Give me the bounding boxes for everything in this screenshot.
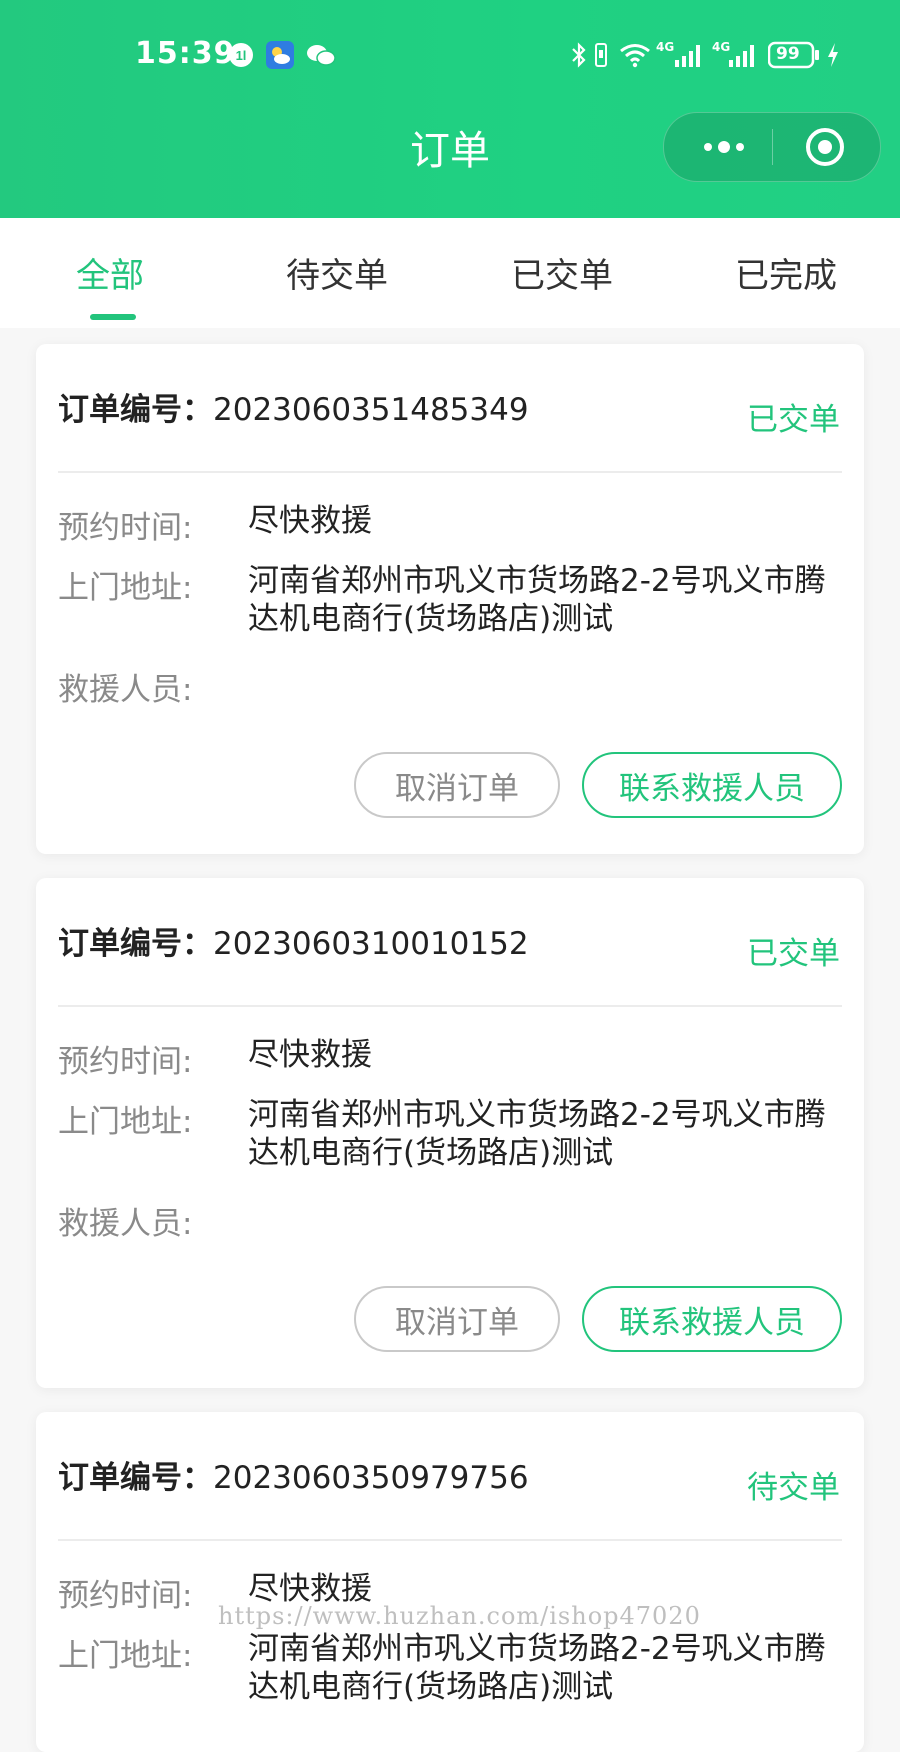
cancel-order-button[interactable]: 取消订单	[354, 752, 560, 818]
address-value: 河南省郑州市巩义市货场路2-2号巩义市腾达机电商行(货场路店)测试	[248, 1097, 826, 1171]
cancel-order-button[interactable]: 取消订单	[354, 1286, 560, 1352]
tab-submitted[interactable]: 已交单	[511, 248, 613, 297]
order-card[interactable]: 订单编号：2023060351485349 已交单 预约时间: 尽快救援 上门地…	[36, 344, 864, 854]
tab-pending-submit[interactable]: 待交单	[286, 248, 388, 297]
bluetooth-icon	[570, 42, 588, 68]
status-badge: 已交单	[747, 402, 840, 438]
card-divider	[58, 1539, 842, 1541]
appointment-label: 预约时间:	[58, 1044, 193, 1080]
order-number-label: 订单编号：	[58, 392, 213, 428]
order-number-value: 2023060351485349	[213, 392, 529, 428]
battery-icon: 99	[768, 41, 820, 69]
miniprogram-capsule	[663, 112, 881, 182]
contact-rescuer-button[interactable]: 联系救援人员	[582, 752, 842, 818]
wechat-icon	[306, 42, 336, 68]
order-number: 订单编号：2023060350979756	[58, 1452, 529, 1497]
order-card[interactable]: 订单编号：2023060350979756 待交单 预约时间: 尽快救援 上门地…	[36, 1412, 864, 1752]
order-number-value: 2023060310010152	[213, 926, 529, 962]
status-time: 15:39	[135, 36, 236, 71]
order-tabs: 全部 待交单 已交单 已完成	[0, 218, 900, 328]
rescuer-label: 救援人员:	[58, 672, 193, 708]
address-label: 上门地址:	[58, 1104, 193, 1140]
active-tab-indicator	[90, 314, 136, 320]
signal-icon	[728, 42, 758, 68]
network-type-1: 4G	[656, 40, 675, 54]
rescuer-label: 救援人员:	[58, 1206, 193, 1242]
address-label: 上门地址:	[58, 1638, 193, 1674]
wifi-icon	[618, 42, 652, 68]
capsule-divider	[772, 129, 773, 165]
notification-badge-icon: 1l	[228, 42, 254, 68]
app-header: 15:39 1l 4G 4G 99 订单	[0, 0, 900, 218]
tab-all[interactable]: 全部	[76, 248, 144, 297]
order-number: 订单编号：2023060351485349	[58, 384, 529, 429]
contact-rescuer-button[interactable]: 联系救援人员	[582, 1286, 842, 1352]
order-card[interactable]: 订单编号：2023060310010152 已交单 预约时间: 尽快救援 上门地…	[36, 878, 864, 1388]
battery-level: 99	[776, 44, 800, 64]
vibrate-icon	[592, 42, 610, 68]
order-number: 订单编号：2023060310010152	[58, 918, 529, 963]
appointment-label: 预约时间:	[58, 510, 193, 546]
appointment-value: 尽快救援	[248, 1037, 372, 1073]
address-value: 河南省郑州市巩义市货场路2-2号巩义市腾达机电商行(货场路店)测试	[248, 563, 826, 637]
appointment-value: 尽快救援	[248, 503, 372, 539]
charging-icon	[826, 42, 840, 68]
card-divider	[58, 1005, 842, 1007]
status-badge: 待交单	[747, 1470, 840, 1506]
more-dots-icon[interactable]	[694, 113, 754, 181]
tab-completed[interactable]: 已完成	[735, 248, 837, 297]
status-bar: 15:39 1l 4G 4G 99	[0, 30, 900, 80]
card-divider	[58, 471, 842, 473]
order-number-label: 订单编号：	[58, 1460, 213, 1496]
order-number-value: 2023060350979756	[213, 1460, 529, 1496]
svg-text:1l: 1l	[236, 48, 247, 63]
signal-icon	[674, 42, 704, 68]
appointment-label: 预约时间:	[58, 1578, 193, 1614]
address-value: 河南省郑州市巩义市货场路2-2号巩义市腾达机电商行(货场路店)测试	[248, 1631, 826, 1705]
weather-app-icon	[266, 41, 294, 69]
order-number-label: 订单编号：	[58, 926, 213, 962]
status-badge: 已交单	[747, 936, 840, 972]
watermark: https://www.huzhan.com/ishop47020	[218, 1602, 701, 1630]
close-miniprogram-icon[interactable]	[790, 113, 860, 181]
address-label: 上门地址:	[58, 570, 193, 606]
